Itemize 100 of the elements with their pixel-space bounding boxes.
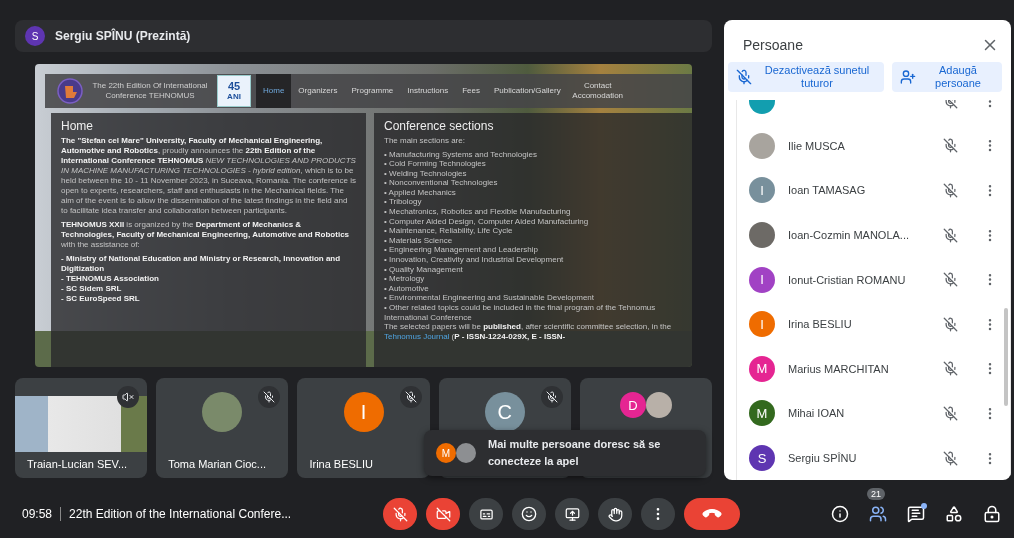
section-item: • Maintenance, Reliability, Life Cycle bbox=[384, 226, 514, 236]
section-item: • Welding Technologies bbox=[384, 168, 468, 179]
participant-tile[interactable]: I Irina BESLIU bbox=[297, 378, 430, 478]
camera-off-icon bbox=[435, 506, 451, 522]
mic-button[interactable] bbox=[383, 498, 418, 530]
section-item: • Automotive bbox=[384, 283, 430, 294]
mic-off-icon bbox=[404, 391, 417, 403]
person-add-icon bbox=[900, 69, 916, 85]
scrollbar[interactable] bbox=[1004, 308, 1008, 406]
section-item: • Manufacturing Systems and Technologies bbox=[384, 149, 538, 160]
participant-name: Sergiu SPÎNU bbox=[788, 452, 858, 465]
mic-off-icon[interactable] bbox=[942, 450, 958, 466]
avatar: I bbox=[749, 311, 775, 338]
participant-name: Ilie MUSCA bbox=[788, 139, 846, 152]
avatar: D bbox=[619, 392, 646, 418]
participant-name: Mihai IOAN bbox=[788, 407, 846, 420]
mute-all-button[interactable]: Dezactivează sunetul tuturor bbox=[728, 62, 884, 92]
section-item: • Tribology bbox=[384, 197, 423, 208]
speaker-off-icon bbox=[122, 391, 135, 403]
mic-off-icon[interactable] bbox=[942, 183, 958, 198]
more-icon bbox=[656, 506, 661, 522]
panel-title: Home bbox=[61, 118, 94, 133]
section-item: • Cold Forming Technologies bbox=[384, 159, 487, 169]
section-item: • Nonconventional Technologies bbox=[384, 178, 499, 188]
avatar: M bbox=[749, 355, 775, 382]
clock-time: 09:58 bbox=[22, 507, 53, 521]
mic-off-icon bbox=[736, 69, 752, 85]
paragraph: The "Stefan cel Mare" University, Faculty of Mechanical Engineering, Automotive and Robotics, proudly announces the 22th Edition of the International Conference TEHNOMUS NEW TECHNOLOGIES AND PRODUCTS IN MACHINE MANUFACTURING TECHNOLOGIES - hybrid edition, which is to be held between the 10 - 11 November 2023, in Suceava, Romania. The conference is open to experts, researchers, staff and enthusiasts in the Mechanical fields. The aim of the event is to allow the dissemination of the latest findings in the field and to facilitate idea transfer and collaboration between participants. bbox=[61, 135, 356, 216]
presenter-name: Sergiu SPÎNU (Prezintă) bbox=[55, 29, 191, 43]
avatar: S bbox=[25, 26, 45, 46]
section-item: • Computer Aided Design, Computer Aided Manufacturing bbox=[384, 216, 590, 227]
more-icon bbox=[988, 183, 992, 198]
mic-off-icon[interactable] bbox=[942, 316, 958, 332]
camera-button[interactable] bbox=[426, 498, 461, 530]
panel-title: Persoane bbox=[743, 37, 803, 53]
mic-off-icon[interactable] bbox=[942, 227, 958, 243]
participant-name: Marius MARCHITAN bbox=[788, 362, 890, 375]
participant-name: Ioan TAMASAG bbox=[788, 184, 867, 197]
participant-tile[interactable]: Toma Marian Cioc... bbox=[156, 378, 289, 478]
section-item: • Other related topics could be included in the final program of the Tehnomus International Conference bbox=[384, 303, 657, 323]
more-icon bbox=[988, 272, 992, 288]
mic-off-icon[interactable] bbox=[942, 361, 958, 377]
emoji-icon bbox=[521, 506, 538, 522]
shapes-icon bbox=[945, 505, 963, 523]
section-item: • Mechatronics, Robotics and Flexible Manufacturing bbox=[384, 207, 572, 217]
paragraph: The selected papers will be published, after scientific committee selection, in the Tehnomus Journal (P - ISSN-1224-029X, E - ISSN- bbox=[384, 322, 673, 343]
logo-word: ANI bbox=[227, 91, 241, 101]
nav-link[interactable]: Publication/Gallery bbox=[486, 73, 568, 108]
participant-name: Irina BESLIU bbox=[788, 318, 853, 331]
more-icon bbox=[988, 227, 992, 243]
more-icon bbox=[988, 450, 992, 466]
section-item: • Materials Science bbox=[384, 235, 454, 246]
participant-name: Toma Marian Cioc... bbox=[168, 458, 266, 470]
hand-icon bbox=[607, 506, 623, 522]
participant-name: Traian-Lucian SEV... bbox=[27, 458, 128, 470]
present-screen-icon bbox=[564, 506, 580, 522]
add-people-button[interactable]: Adaugă persoane bbox=[892, 62, 1002, 92]
section-item: • Environmental Engineering and Sustainable Development bbox=[384, 293, 596, 303]
panel-title: Conference sections bbox=[384, 118, 495, 133]
participant-tile[interactable]: Traian-Lucian SEV... bbox=[15, 378, 148, 478]
present-button[interactable] bbox=[555, 498, 590, 530]
mic-off-icon[interactable] bbox=[942, 138, 958, 154]
chat-icon bbox=[907, 505, 925, 523]
nav-link[interactable]: Instructions bbox=[400, 73, 456, 108]
logo-number: 45 bbox=[227, 80, 241, 92]
avatar: M bbox=[436, 443, 456, 463]
section-item: • Metrology bbox=[384, 274, 426, 284]
partner-line: - TEHNOMUS Association bbox=[61, 273, 160, 284]
partner-line: - SC Sidem SRL bbox=[61, 283, 123, 294]
mic-off-icon[interactable] bbox=[942, 405, 958, 421]
partner-line: - SC EuroSpeed SRL bbox=[61, 293, 141, 304]
avatar: M bbox=[749, 400, 775, 427]
nav-link[interactable]: Contact Accomodation bbox=[567, 73, 628, 108]
nav-link[interactable]: Organizers bbox=[291, 73, 345, 108]
mic-off-icon[interactable] bbox=[942, 272, 958, 288]
nav-link[interactable]: Programme bbox=[344, 73, 401, 108]
section-item: • Innovation, Creativity and Industrial Development bbox=[384, 255, 565, 265]
mic-off-icon bbox=[263, 391, 276, 403]
journal-link[interactable]: Tehnomus Journal bbox=[384, 332, 450, 342]
more-icon bbox=[988, 138, 992, 154]
emoji-button[interactable] bbox=[512, 498, 547, 530]
join-request-toast[interactable]: M Mai multe persoane doresc să se conecteze la apel bbox=[424, 430, 706, 476]
hand-button[interactable] bbox=[598, 498, 633, 530]
section-item: • Engineering Management and Leadership bbox=[384, 245, 540, 256]
avatar: I bbox=[749, 177, 775, 204]
paragraph: TEHNOMUS XXII is organized by the Department of Mechanics & Technologies, Faculty of Mechanical Engineering, Automotive and Robotics with the assistance of: bbox=[61, 219, 351, 250]
captions-button[interactable] bbox=[469, 498, 504, 530]
section-item: • Applied Mechanics bbox=[384, 187, 457, 198]
mic-off-icon bbox=[545, 391, 558, 403]
more-icon bbox=[988, 316, 992, 332]
nav-link[interactable]: Home bbox=[256, 73, 292, 108]
section-item: • Quality Management bbox=[384, 264, 464, 275]
avatar: S bbox=[749, 445, 775, 472]
participant-name: Ioan-Cozmin MANOLA... bbox=[788, 229, 911, 242]
nav-link[interactable]: Fees bbox=[455, 73, 487, 108]
lock-icon bbox=[983, 505, 1001, 523]
captions-icon bbox=[478, 506, 494, 522]
people-icon bbox=[869, 505, 887, 523]
intro-text: The main sections are: bbox=[384, 135, 466, 146]
end-call-button[interactable] bbox=[684, 498, 741, 530]
